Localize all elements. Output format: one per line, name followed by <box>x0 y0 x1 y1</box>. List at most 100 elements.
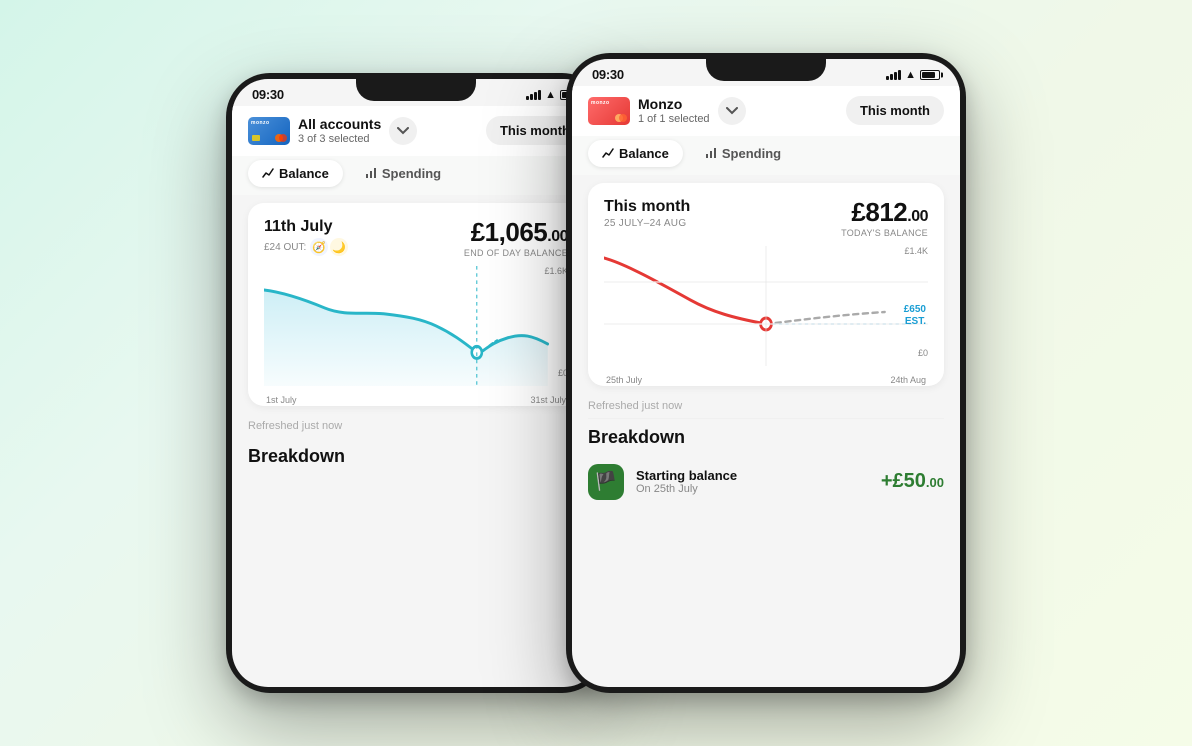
balance-tab-icon <box>262 167 274 179</box>
signal-icon <box>526 90 541 100</box>
spending-tab-icon-2 <box>705 147 717 159</box>
chart-2-x-left: 25th July <box>606 375 642 385</box>
balance-out-text: £24 OUT: <box>264 242 306 253</box>
account-sub: 3 of 3 selected <box>298 133 381 146</box>
account-name: All accounts <box>298 116 381 133</box>
account-dropdown-btn[interactable] <box>389 117 417 145</box>
account-dropdown-btn-2[interactable] <box>718 97 746 125</box>
phone-2-card-thumb: monzo <box>588 97 630 125</box>
chart-x-labels: 1st July 31st July <box>264 395 568 405</box>
phone-2-this-month-btn[interactable]: This month <box>846 96 944 125</box>
phone-1-balance-card: 11th July £24 OUT: 🧭 🌙 £1,065.00 <box>248 203 584 406</box>
card-circles-2 <box>615 114 627 122</box>
phone-1-screen: 09:30 ▲ m <box>232 79 600 687</box>
phone-1-refreshed: Refreshed just now <box>232 414 600 438</box>
tab-balance-label: Balance <box>279 166 329 181</box>
phone-2-status-icons: ▲ <box>886 69 940 81</box>
phone-1-balance-amount-block: £1,065.00 END OF DAY BALANCE <box>464 217 568 258</box>
tab-spending-2[interactable]: Spending <box>691 140 795 167</box>
chart-x-left: 1st July <box>266 395 297 405</box>
phone-2-balance-amount-block: £812.00 TODAY'S BALANCE <box>841 197 928 238</box>
phone-1-balance-label: END OF DAY BALANCE <box>464 248 568 258</box>
phone-2-date-range: 25 JULY–24 AUG <box>604 218 690 229</box>
phone-2-account-text: Monzo 1 of 1 selected <box>638 96 710 126</box>
breakdown-item: 🏴 Starting balance On 25th July +£50.00 <box>572 454 960 510</box>
card-circles <box>275 134 287 142</box>
tab-spending-label: Spending <box>382 166 441 181</box>
out-icons: 🧭 🌙 <box>310 238 348 256</box>
tab-balance-2[interactable]: Balance <box>588 140 683 167</box>
phone-1-time: 09:30 <box>252 87 284 102</box>
balance-amount-text: £1,065 <box>471 217 548 247</box>
card-label: monzo <box>251 120 270 126</box>
phone-2-tabs: Balance Spending <box>572 136 960 175</box>
breakdown-item-sub: On 25th July <box>636 483 869 495</box>
phone-1-tabs: Balance Spending <box>232 156 600 195</box>
phone-2-notch <box>706 53 826 81</box>
phone-2-balance-label: TODAY'S BALANCE <box>841 228 928 238</box>
chart-svg-2 <box>604 246 928 366</box>
phone-1-balance-sub: £24 OUT: 🧭 🌙 <box>264 238 348 256</box>
phone-1-balance-date: 11th July <box>264 217 348 236</box>
tab-balance-label-2: Balance <box>619 146 669 161</box>
chart-2-x-labels: 25th July 24th Aug <box>604 375 928 385</box>
phone-2-screen: 09:30 ▲ m <box>572 59 960 687</box>
phone-1-card-thumb: monzo <box>248 117 290 145</box>
chart-svg <box>264 266 568 386</box>
monzo-card-label: monzo <box>591 100 610 106</box>
nav-icon: 🧭 <box>310 238 328 256</box>
chevron-down-icon-2 <box>726 107 738 115</box>
tab-spending[interactable]: Spending <box>351 160 455 187</box>
phone-1: 09:30 ▲ m <box>226 73 606 693</box>
phone-1-account-row: monzo All accounts 3 of 3 selected <box>232 106 600 156</box>
breakdown-item-info: Starting balance On 25th July <box>636 468 869 495</box>
phone-2: 09:30 ▲ m <box>566 53 966 693</box>
chart-x-right: 31st July <box>530 395 566 405</box>
phone-2-refreshed: Refreshed just now <box>572 394 960 418</box>
breakdown-item-name: Starting balance <box>636 468 869 483</box>
phone-1-chart: £1.6K £0 <box>264 266 568 396</box>
breakdown-decimals: .00 <box>926 475 944 490</box>
balance-tab-icon-2 <box>602 147 614 159</box>
phone-2-account-row: monzo Monzo 1 of 1 selected <box>572 86 960 136</box>
battery-icon-2 <box>920 70 940 80</box>
flag-icon: 🏴 <box>595 471 617 492</box>
breakdown-item-icon: 🏴 <box>588 464 624 500</box>
tab-balance[interactable]: Balance <box>248 160 343 187</box>
wifi-icon: ▲ <box>545 89 556 101</box>
spending-tab-icon <box>365 167 377 179</box>
card-chip <box>252 135 260 141</box>
signal-icon-2 <box>886 70 901 80</box>
phone-2-chart: £1.4K £650 EST. £0 <box>604 246 928 376</box>
phone-2-balance-main: £812.00 <box>841 197 928 228</box>
phone-2-balance-period: This month <box>604 197 690 216</box>
breakdown-amount-text: +£50.00 <box>881 470 944 492</box>
phone-2-balance-left: This month 25 JULY–24 AUG <box>604 197 690 229</box>
balance-decimals-2: .00 <box>907 208 928 225</box>
phone-1-balance-left: 11th July £24 OUT: 🧭 🌙 <box>264 217 348 256</box>
phone-2-balance-header: This month 25 JULY–24 AUG £812.00 TODAY'… <box>604 197 928 238</box>
breakdown-item-amount: +£50.00 <box>881 470 944 493</box>
chart-2-y-top: £1.4K <box>904 246 928 256</box>
balance-amount-text-2: £812 <box>851 197 907 227</box>
phone-2-account-info: monzo Monzo 1 of 1 selected <box>588 96 746 126</box>
phone-2-breakdown-title: Breakdown <box>572 419 960 454</box>
phone-1-breakdown-title: Breakdown <box>232 438 600 473</box>
moon-icon: 🌙 <box>330 238 348 256</box>
chart-y-top: £1.6K <box>544 266 568 276</box>
balance-decimals: .00 <box>547 228 568 245</box>
phone-1-balance-main: £1,065.00 <box>464 217 568 248</box>
est-text: EST. <box>905 316 926 327</box>
account-name-2: Monzo <box>638 96 710 113</box>
phone-1-notch <box>356 73 476 101</box>
chart-2-x-right: 24th Aug <box>890 375 926 385</box>
chevron-down-icon <box>397 127 409 135</box>
phone-2-balance-card: This month 25 JULY–24 AUG £812.00 TODAY'… <box>588 183 944 386</box>
phone-1-balance-header: 11th July £24 OUT: 🧭 🌙 £1,065.00 <box>264 217 568 258</box>
phone-2-time: 09:30 <box>592 67 624 82</box>
tab-spending-label-2: Spending <box>722 146 781 161</box>
phone-1-account-info: monzo All accounts 3 of 3 selected <box>248 116 417 146</box>
chart-2-y-bottom: £0 <box>918 348 928 358</box>
account-sub-2: 1 of 1 selected <box>638 113 710 126</box>
est-amount: £650 <box>904 304 926 315</box>
